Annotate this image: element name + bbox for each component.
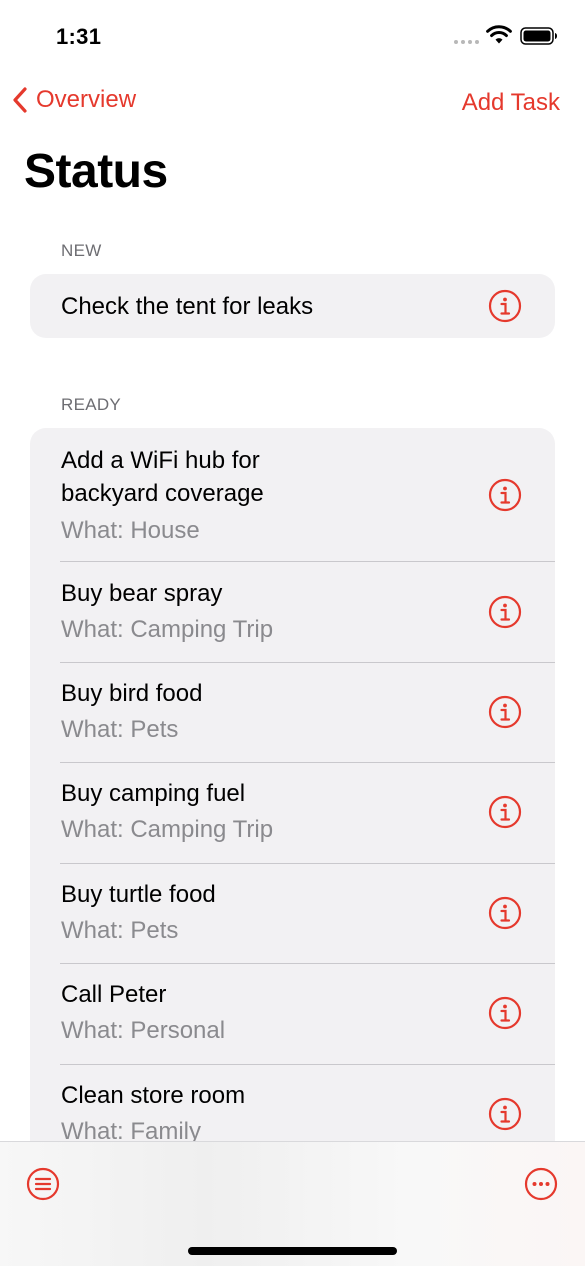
info-circle-icon[interactable] bbox=[488, 795, 522, 829]
info-circle-icon[interactable] bbox=[488, 478, 522, 512]
task-title: Check the tent for leaks bbox=[61, 293, 314, 320]
task-title: Buy camping fuel bbox=[61, 780, 246, 807]
task-subtitle: What: House bbox=[61, 517, 200, 544]
task-title: Call Peter bbox=[61, 981, 167, 1008]
task-row[interactable]: Clean store room What: Family bbox=[30, 1064, 555, 1141]
task-row[interactable]: Check the tent for leaks bbox=[30, 274, 555, 338]
info-circle-icon[interactable] bbox=[488, 996, 522, 1030]
navigation-bar: Overview Add Task bbox=[0, 80, 585, 128]
task-row[interactable]: Call Peter What: Personal bbox=[30, 963, 555, 1064]
task-row[interactable]: Buy turtle food What: Pets bbox=[30, 863, 555, 963]
task-subtitle: What: Camping Trip bbox=[61, 816, 274, 843]
battery-icon bbox=[520, 27, 557, 45]
task-subtitle: What: Pets bbox=[61, 917, 179, 944]
info-circle-icon[interactable] bbox=[488, 289, 522, 323]
task-subtitle: What: Camping Trip bbox=[61, 616, 274, 643]
wifi-icon bbox=[486, 25, 512, 44]
add-task-button[interactable]: Add Task bbox=[462, 89, 560, 117]
task-row[interactable]: Add a WiFi hub for backyard coverage Wha… bbox=[30, 428, 555, 561]
info-circle-icon[interactable] bbox=[488, 896, 522, 930]
back-button[interactable]: Overview bbox=[12, 86, 136, 114]
section-header-ready: READY bbox=[61, 395, 122, 414]
back-button-label: Overview bbox=[36, 86, 137, 113]
section-header-new: NEW bbox=[61, 241, 102, 260]
task-subtitle: What: Family bbox=[61, 1118, 202, 1141]
status-time: 1:31 bbox=[56, 24, 102, 49]
task-row[interactable]: Buy camping fuel What: Camping Trip bbox=[30, 762, 555, 863]
task-title: Clean store room bbox=[61, 1082, 246, 1109]
list-circle-icon[interactable] bbox=[26, 1167, 60, 1201]
task-title: Buy bear spray bbox=[61, 580, 223, 607]
ellipsis-circle-icon[interactable] bbox=[524, 1167, 558, 1201]
task-title: Buy bird food bbox=[61, 680, 203, 707]
task-title: Buy turtle food bbox=[61, 881, 216, 908]
status-bar: 1:31 bbox=[0, 0, 585, 70]
task-row[interactable]: Buy bird food What: Pets bbox=[30, 662, 555, 762]
home-indicator[interactable] bbox=[188, 1247, 397, 1255]
task-subtitle: What: Personal bbox=[61, 1017, 226, 1044]
cellular-signal-icon bbox=[454, 40, 479, 44]
info-circle-icon[interactable] bbox=[488, 695, 522, 729]
info-circle-icon[interactable] bbox=[488, 595, 522, 629]
task-title: Add a WiFi hub for backyard coverage bbox=[61, 447, 264, 507]
chevron-left-icon bbox=[13, 87, 27, 113]
page-title: Status bbox=[24, 145, 168, 198]
task-group-new: Check the tent for leaks bbox=[30, 274, 555, 338]
bottom-toolbar bbox=[0, 1141, 585, 1266]
info-circle-icon[interactable] bbox=[488, 1097, 522, 1131]
task-row[interactable]: Buy bear spray What: Camping Trip bbox=[30, 561, 555, 662]
task-group-ready: Add a WiFi hub for backyard coverage Wha… bbox=[30, 428, 555, 1141]
task-subtitle: What: Pets bbox=[61, 716, 179, 743]
